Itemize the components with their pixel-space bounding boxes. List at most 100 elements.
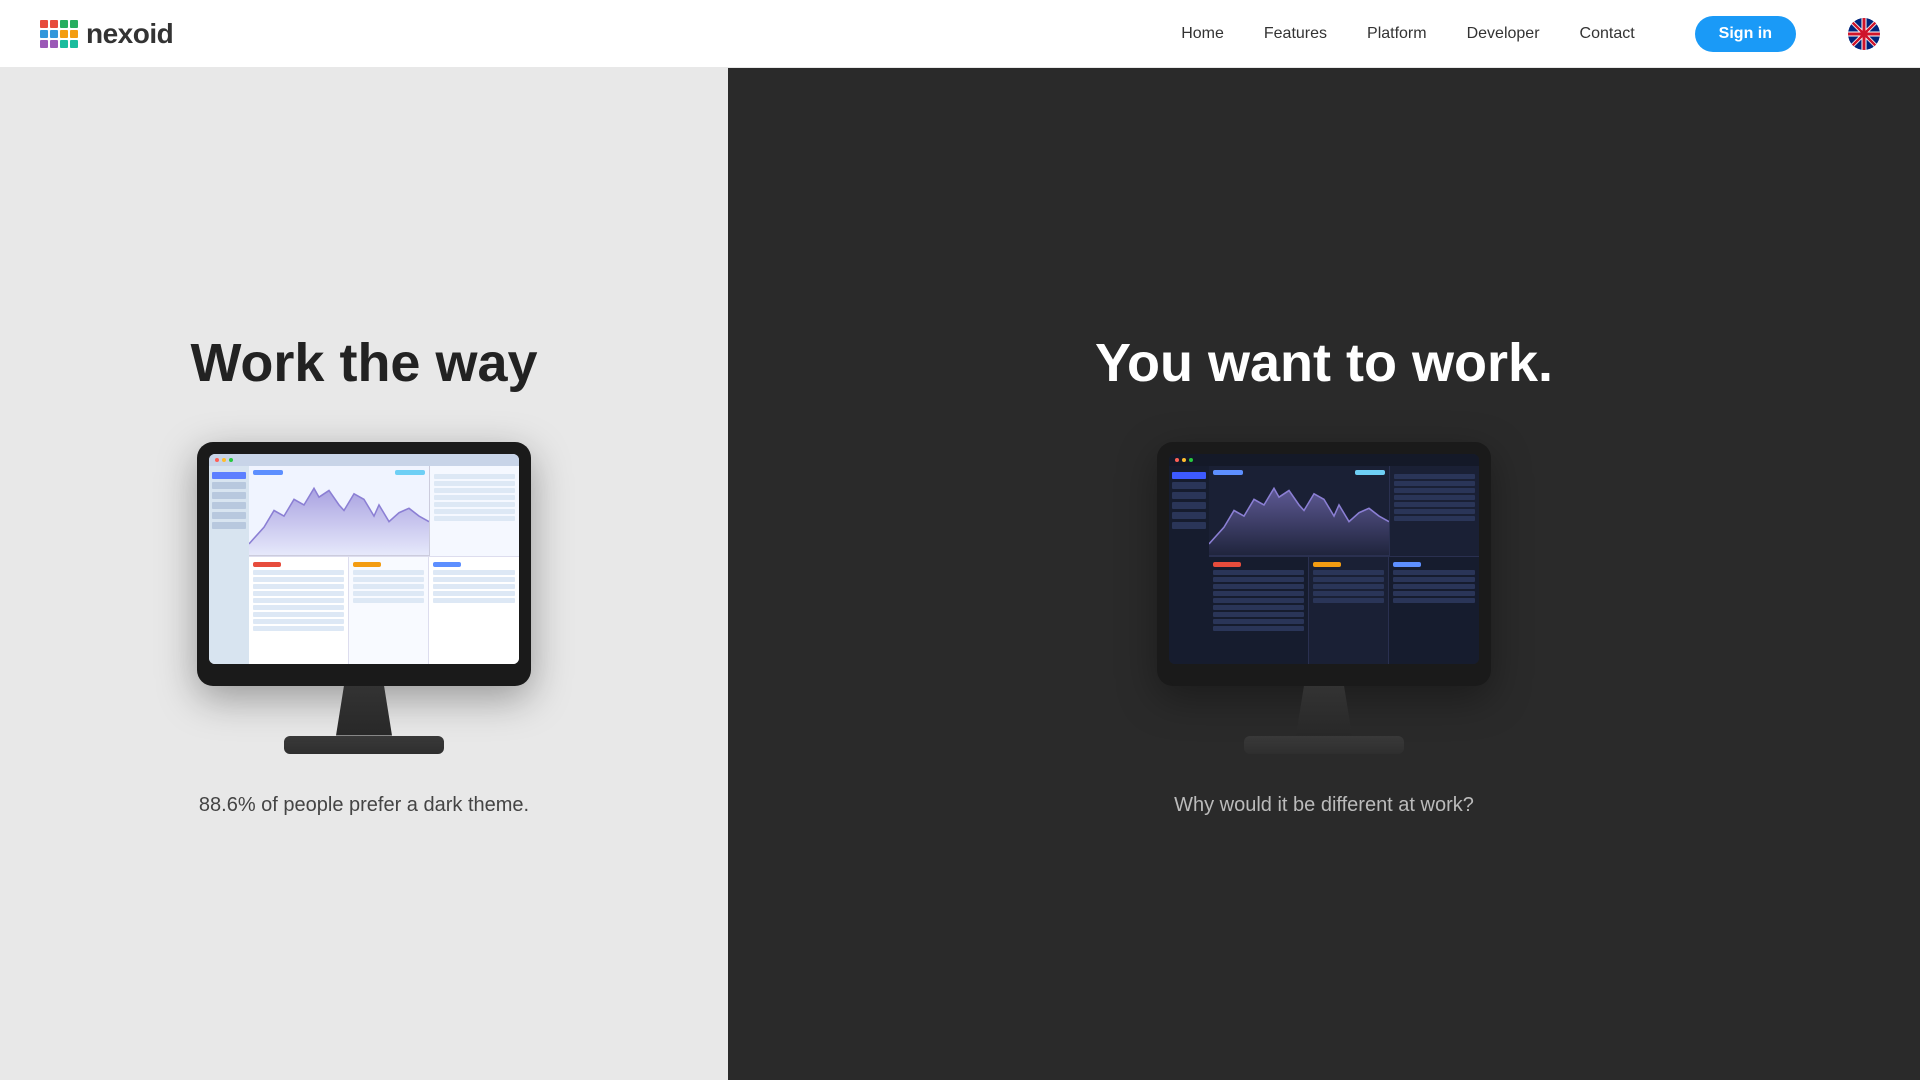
right-line-6d xyxy=(1394,509,1475,514)
bm-line-4d xyxy=(1313,591,1384,596)
sidebar-item-5 xyxy=(212,522,246,529)
bl-line-2 xyxy=(253,577,344,582)
bm-line-4 xyxy=(353,591,424,596)
br-line-2 xyxy=(433,577,515,582)
bl-line-2d xyxy=(1213,577,1304,582)
br-line-5d xyxy=(1393,598,1475,603)
main-content: Work the way xyxy=(0,0,1920,1080)
language-icon[interactable] xyxy=(1848,18,1880,50)
bm-line-1d xyxy=(1313,570,1384,575)
sidebar-item-3d xyxy=(1172,502,1206,509)
monitor-base-light xyxy=(284,736,444,754)
right-line-5d xyxy=(1394,502,1475,507)
right-line-4d xyxy=(1394,495,1475,500)
bl-line-8 xyxy=(253,619,344,624)
badge-blue-d xyxy=(1213,470,1243,475)
monitor-stand-dark xyxy=(1284,686,1364,736)
right-line-1 xyxy=(434,474,515,479)
monitor-base-dark xyxy=(1244,736,1404,754)
nav-developer[interactable]: Developer xyxy=(1467,25,1540,43)
sidebar-item-4d xyxy=(1172,512,1206,519)
sidebar-item-active xyxy=(212,472,246,479)
sidebar-item-2d xyxy=(1172,492,1206,499)
bl-line-8d xyxy=(1213,619,1304,624)
monitor-screen-dark xyxy=(1169,454,1479,664)
nav-home[interactable]: Home xyxy=(1181,25,1224,43)
navbar: nexoid Home Features Platform Developer … xyxy=(0,0,1920,68)
bm-line-5d xyxy=(1313,598,1384,603)
badge-cyan-d xyxy=(1355,470,1385,475)
badge-cyan xyxy=(395,470,425,475)
nav-contact[interactable]: Contact xyxy=(1580,25,1635,43)
screen-chart-dark xyxy=(1209,466,1389,556)
bl-line-1 xyxy=(253,570,344,575)
right-line-6 xyxy=(434,509,515,514)
screen-bottom-left xyxy=(249,556,349,664)
titlebar-dot-yellow xyxy=(222,458,226,462)
badge-orange-d xyxy=(1313,562,1341,567)
titlebar-dot-red xyxy=(215,458,219,462)
nav-platform[interactable]: Platform xyxy=(1367,25,1427,43)
screen-content-light xyxy=(209,454,519,664)
br-line-2d xyxy=(1393,577,1475,582)
right-line-2 xyxy=(434,481,515,486)
right-panel: You want to work. xyxy=(728,68,1920,1080)
sidebar-item-2 xyxy=(212,492,246,499)
chart-svg-dark xyxy=(1209,466,1389,555)
logo-icon xyxy=(40,20,78,48)
bl-line-6 xyxy=(253,605,344,610)
right-line-5 xyxy=(434,502,515,507)
screen-bottom-mid-dark xyxy=(1309,556,1389,664)
badge-blue-br xyxy=(433,562,461,567)
screen-bottom-right-dark xyxy=(1389,556,1479,664)
screen-bottom-left-dark xyxy=(1209,556,1309,664)
nav-links: Home Features Platform Developer Contact… xyxy=(1181,16,1880,52)
br-line-4 xyxy=(433,591,515,596)
badge-red xyxy=(253,562,281,567)
left-panel: Work the way xyxy=(0,68,728,1080)
bl-line-5d xyxy=(1213,598,1304,603)
screen-bottom-right xyxy=(429,556,519,664)
screen-right-panel-dark xyxy=(1389,466,1479,556)
bl-line-4d xyxy=(1213,591,1304,596)
logo-text: nexoid xyxy=(86,18,173,50)
sidebar-item-4 xyxy=(212,512,246,519)
right-line-2d xyxy=(1394,481,1475,486)
sidebar-item-5d xyxy=(1172,522,1206,529)
screen-bottom-mid xyxy=(349,556,429,664)
sidebar-item-3 xyxy=(212,502,246,509)
right-line-7 xyxy=(434,516,515,521)
monitor-screen-light xyxy=(209,454,519,664)
badge-red-d xyxy=(1213,562,1241,567)
signin-button[interactable]: Sign in xyxy=(1695,16,1796,52)
bm-line-1 xyxy=(353,570,424,575)
nav-features[interactable]: Features xyxy=(1264,25,1327,43)
light-monitor xyxy=(197,442,531,754)
monitor-stand-light xyxy=(324,686,404,736)
screen-chart xyxy=(249,466,429,556)
br-line-3 xyxy=(433,584,515,589)
bm-line-2d xyxy=(1313,577,1384,582)
titlebar-dot-green-d xyxy=(1189,458,1193,462)
left-heading: Work the way xyxy=(190,332,537,394)
sidebar-item-active-d xyxy=(1172,472,1206,479)
dark-monitor xyxy=(1157,442,1491,754)
bl-line-7d xyxy=(1213,612,1304,617)
titlebar-dot-red-d xyxy=(1175,458,1179,462)
right-heading: You want to work. xyxy=(1095,332,1553,394)
badge-orange xyxy=(353,562,381,567)
bl-line-1d xyxy=(1213,570,1304,575)
bl-line-3d xyxy=(1213,584,1304,589)
sidebar-item-1d xyxy=(1172,482,1206,489)
br-line-4d xyxy=(1393,591,1475,596)
right-line-7d xyxy=(1394,516,1475,521)
bm-line-3 xyxy=(353,584,424,589)
screen-right-panel xyxy=(429,466,519,556)
br-line-3d xyxy=(1393,584,1475,589)
monitor-chin-dark xyxy=(1169,664,1479,686)
logo[interactable]: nexoid xyxy=(40,18,173,50)
bl-line-9d xyxy=(1213,626,1304,631)
bl-line-3 xyxy=(253,584,344,589)
br-line-5 xyxy=(433,598,515,603)
chart-svg xyxy=(249,466,429,555)
